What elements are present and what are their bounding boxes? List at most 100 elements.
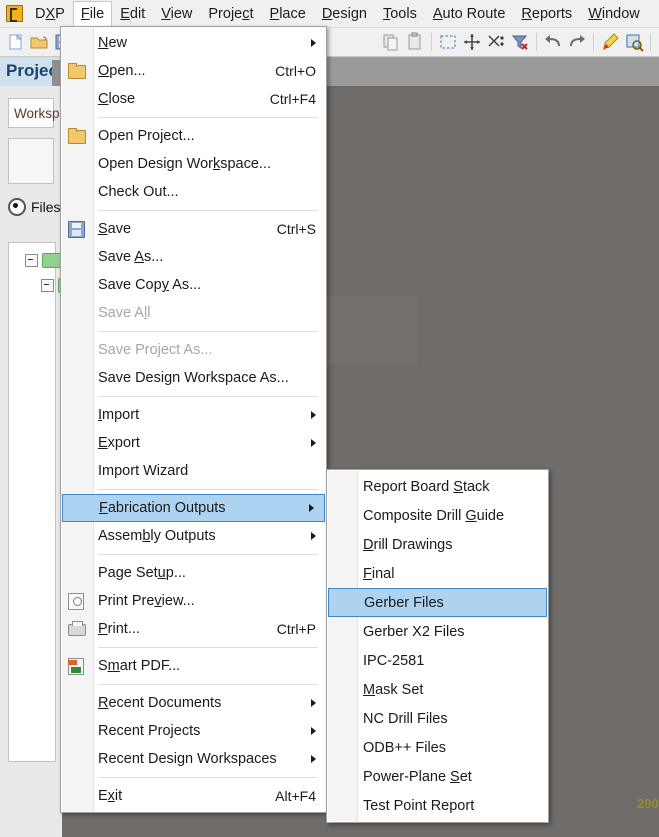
menu-item-shortcut: Alt+F4 [275, 788, 316, 804]
menu-item-save-copy-as[interactable]: Save Copy As... [61, 271, 326, 299]
copy-icon[interactable] [380, 31, 402, 53]
menu-item-label: Recent Projects [98, 723, 201, 739]
submenu-item-test-point-report[interactable]: Test Point Report [327, 791, 548, 820]
panel-filter-box[interactable] [8, 138, 54, 184]
menu-item-import-wizard[interactable]: Import Wizard [61, 457, 326, 485]
menubar-item-reports[interactable]: Reports [513, 1, 580, 27]
collapse-icon[interactable] [41, 279, 54, 292]
menu-item-open[interactable]: Open... Ctrl+O [61, 57, 326, 85]
menu-item-label: Smart PDF... [98, 658, 181, 674]
submenu-item-gerber-x2-files[interactable]: Gerber X2 Files [327, 617, 548, 646]
menu-item-fabrication-outputs[interactable]: Fabrication Outputs [62, 494, 325, 522]
undo-icon[interactable] [542, 31, 564, 53]
select-area-icon[interactable] [437, 31, 459, 53]
menubar-item-file[interactable]: File [72, 0, 113, 27]
menu-item-smart-pdf[interactable]: Smart PDF... [61, 652, 326, 680]
tree-item[interactable] [25, 253, 62, 268]
dxp-logo-icon[interactable] [6, 5, 23, 22]
submenu-item-composite-drill-guide[interactable]: Composite Drill Guide [327, 501, 548, 530]
menu-item-label: Open... [98, 63, 146, 79]
menu-item-label: Drill Drawings [363, 536, 453, 553]
menubar-item-edit[interactable]: Edit [112, 1, 153, 27]
file-dropdown-menu[interactable]: New Open... Ctrl+O Close Ctrl+F4 Open Project… [60, 26, 327, 813]
collapse-icon[interactable] [25, 254, 38, 267]
submenu-item-gerber-files[interactable]: Gerber Files [328, 588, 547, 617]
fabrication-outputs-submenu[interactable]: Report Board Stack Composite Drill Guide D… [326, 469, 549, 823]
menu-item-save-design-workspace-as[interactable]: Save Design Workspace As... [61, 364, 326, 392]
clear-filter-icon[interactable] [509, 31, 531, 53]
menu-item-open-project[interactable]: Open Project... [61, 122, 326, 150]
menubar-item-project[interactable]: Project [200, 1, 261, 27]
menu-item-export[interactable]: Export [61, 429, 326, 457]
menu-item-label: Print... [98, 621, 140, 637]
menu-item-label: New [98, 35, 128, 51]
menu-item-label: Test Point Report [363, 797, 475, 814]
radio-dot-icon [8, 198, 26, 216]
submenu-item-ipc-2581[interactable]: IPC-2581 [327, 646, 548, 675]
move-icon[interactable] [461, 31, 483, 53]
highlight-pen-icon[interactable] [599, 31, 621, 53]
menu-item-label: Power-Plane Set [363, 768, 472, 785]
redo-icon[interactable] [566, 31, 588, 53]
submenu-item-drill-drawings[interactable]: Drill Drawings [327, 530, 548, 559]
menu-separator [98, 777, 318, 778]
menu-item-label: IPC-2581 [363, 652, 425, 669]
menubar-item-design[interactable]: Design [314, 1, 375, 27]
menubar-item-view[interactable]: View [153, 1, 200, 27]
menu-item-print-preview[interactable]: Print Preview... [61, 587, 326, 615]
menu-item-label: Close [98, 91, 136, 107]
menu-item-label: Save All [98, 305, 151, 321]
menu-item-label: Save Copy As... [98, 277, 202, 293]
menu-item-recent-design-workspaces[interactable]: Recent Design Workspaces [61, 745, 326, 773]
menu-item-open-design-workspace[interactable]: Open Design Workspace... [61, 150, 326, 178]
menu-item-save[interactable]: Save Ctrl+S [61, 215, 326, 243]
browse-component-icon[interactable] [623, 31, 645, 53]
menu-item-label: Mask Set [363, 681, 424, 698]
menubar-item-place[interactable]: Place [262, 1, 314, 27]
menu-item-label: NC Drill Files [363, 710, 448, 727]
menu-item-shortcut: Ctrl+O [275, 63, 316, 79]
altium-designer-window: Projects Workspace Files .PcbDoc [0, 0, 659, 837]
submenu-arrow-icon [311, 39, 316, 47]
menu-item-assembly-outputs[interactable]: Assembly Outputs [61, 522, 326, 550]
menu-item-close[interactable]: Close Ctrl+F4 [61, 85, 326, 113]
open-folder-icon[interactable] [28, 31, 50, 53]
menubar-item-window[interactable]: Window [580, 1, 648, 27]
submenu-item-report-board-stack[interactable]: Report Board Stack [327, 472, 548, 501]
files-radio[interactable]: Files [8, 198, 62, 216]
menu-item-shortcut: Ctrl+S [276, 221, 316, 237]
menu-item-label: Report Board Stack [363, 478, 490, 495]
projects-panel: Projects Workspace Files [0, 56, 63, 837]
menu-item-recent-projects[interactable]: Recent Projects [61, 717, 326, 745]
menubar-item-tools[interactable]: Tools [375, 1, 425, 27]
menu-item-page-setup[interactable]: Page Setup... [61, 559, 326, 587]
cut-track-icon[interactable] [485, 31, 507, 53]
submenu-item-final[interactable]: Final [327, 559, 548, 588]
pdf-icon [68, 658, 84, 675]
project-tree[interactable] [8, 242, 62, 762]
menu-item-recent-documents[interactable]: Recent Documents [61, 689, 326, 717]
print-preview-icon [68, 593, 84, 610]
submenu-arrow-icon [311, 532, 316, 540]
submenu-item-odb-files[interactable]: ODB++ Files [327, 733, 548, 762]
menu-item-save-as[interactable]: Save As... [61, 243, 326, 271]
menu-item-new[interactable]: New [61, 29, 326, 57]
folder-icon [42, 253, 61, 268]
menubar-item-dxp[interactable]: DXP [27, 1, 73, 27]
submenu-item-mask-set[interactable]: Mask Set [327, 675, 548, 704]
menubar-item-auto-route[interactable]: Auto Route [425, 1, 514, 27]
menu-item-label: Open Project... [98, 128, 195, 144]
menu-item-exit[interactable]: Exit Alt+F4 [61, 782, 326, 810]
new-document-icon[interactable] [4, 31, 26, 53]
submenu-item-nc-drill-files[interactable]: NC Drill Files [327, 704, 548, 733]
paste-icon[interactable] [404, 31, 426, 53]
menu-item-label: ODB++ Files [363, 739, 446, 756]
menu-item-import[interactable]: Import [61, 401, 326, 429]
workspace-combo[interactable]: Workspace [8, 98, 62, 128]
tree-item[interactable] [41, 278, 62, 293]
menu-item-print[interactable]: Print... Ctrl+P [61, 615, 326, 643]
menu-item-check-out[interactable]: Check Out... [61, 178, 326, 206]
menu-separator [98, 684, 318, 685]
submenu-arrow-icon [311, 727, 316, 735]
submenu-item-power-plane-set[interactable]: Power-Plane Set [327, 762, 548, 791]
